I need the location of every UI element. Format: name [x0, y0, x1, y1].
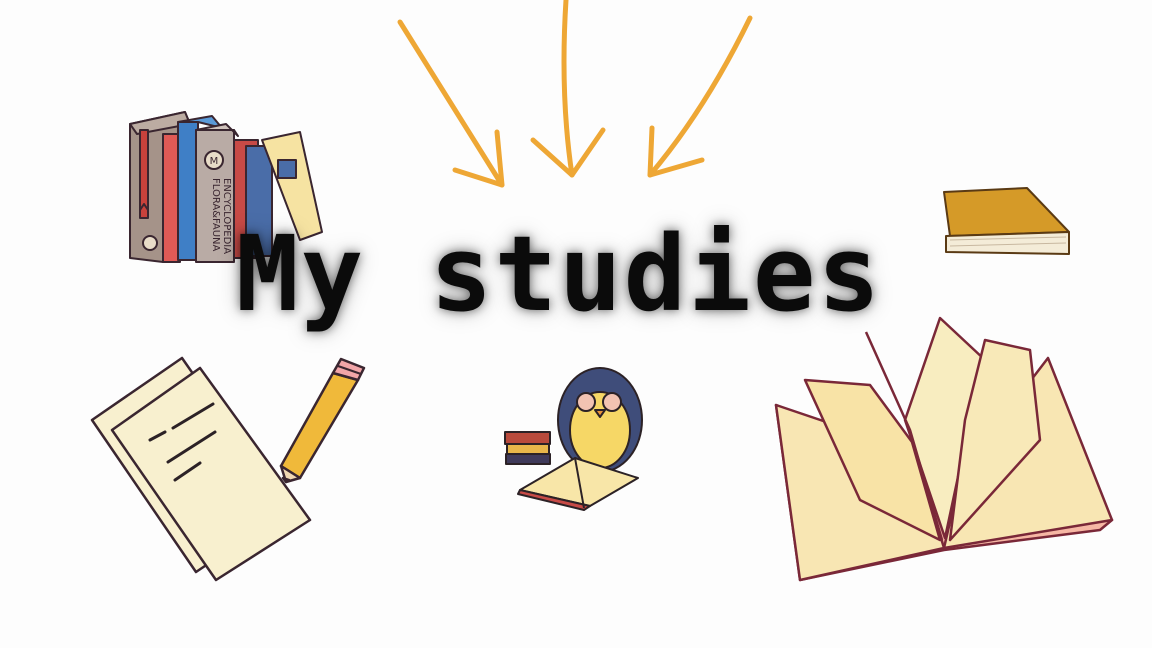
paper-pencil-icon [90, 356, 366, 582]
spine-title-line1: FLORA&FAUNA [210, 178, 221, 251]
spine-title-line2: ENCYCLOPEDIA [221, 178, 232, 254]
arrows-icon [397, 0, 753, 188]
closed-book-icon [943, 187, 1070, 255]
penguin-reading-icon [504, 367, 643, 511]
monogram-text: M [210, 156, 219, 167]
open-book-icon [774, 316, 1114, 582]
page-title: My studies [236, 213, 883, 335]
